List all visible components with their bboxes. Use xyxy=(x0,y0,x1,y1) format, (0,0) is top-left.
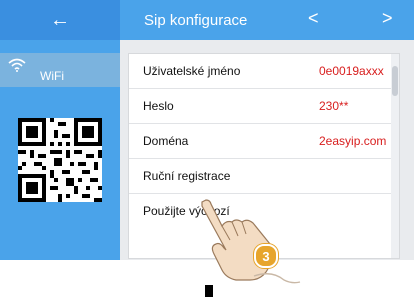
list-item-value: 0e0019axxx xyxy=(319,64,384,78)
previous-page-button[interactable]: < xyxy=(308,8,319,29)
back-button[interactable]: ← xyxy=(0,0,120,40)
list-item-password[interactable]: Heslo 230** xyxy=(129,89,399,124)
list-item-value: 2easyip.com xyxy=(319,134,387,148)
sidebar: ← WiFi xyxy=(0,0,120,260)
list-item-label: Uživatelské jméno xyxy=(143,64,241,78)
list-item-label: Doména xyxy=(143,134,189,148)
list-item-label: Heslo xyxy=(143,99,174,113)
list-item-value: 230** xyxy=(319,99,349,113)
page-title: Sip konfigurace xyxy=(144,12,248,29)
list-item-username[interactable]: Uživatelské jméno 0e0019axxx xyxy=(129,54,399,89)
wifi-icon xyxy=(8,58,26,72)
header-bar: Sip konfigurace < > xyxy=(120,0,414,40)
sidebar-item-wifi[interactable]: WiFi xyxy=(0,53,120,87)
pointing-hand-icon xyxy=(201,199,301,284)
list-item-label: Ruční registrace xyxy=(143,169,231,183)
back-arrow-icon: ← xyxy=(50,8,70,31)
qr-code xyxy=(18,118,102,202)
list-item-manual-registration[interactable]: Ruční registrace xyxy=(129,159,399,194)
step-number-badge: 3 xyxy=(254,244,278,268)
next-page-button[interactable]: > xyxy=(382,8,393,29)
scrollbar[interactable] xyxy=(391,54,399,258)
list-item-domain[interactable]: Doména 2easyip.com xyxy=(129,124,399,159)
arrow-marker xyxy=(205,285,213,297)
wifi-label: WiFi xyxy=(40,69,64,83)
scrollbar-thumb[interactable] xyxy=(392,66,398,96)
